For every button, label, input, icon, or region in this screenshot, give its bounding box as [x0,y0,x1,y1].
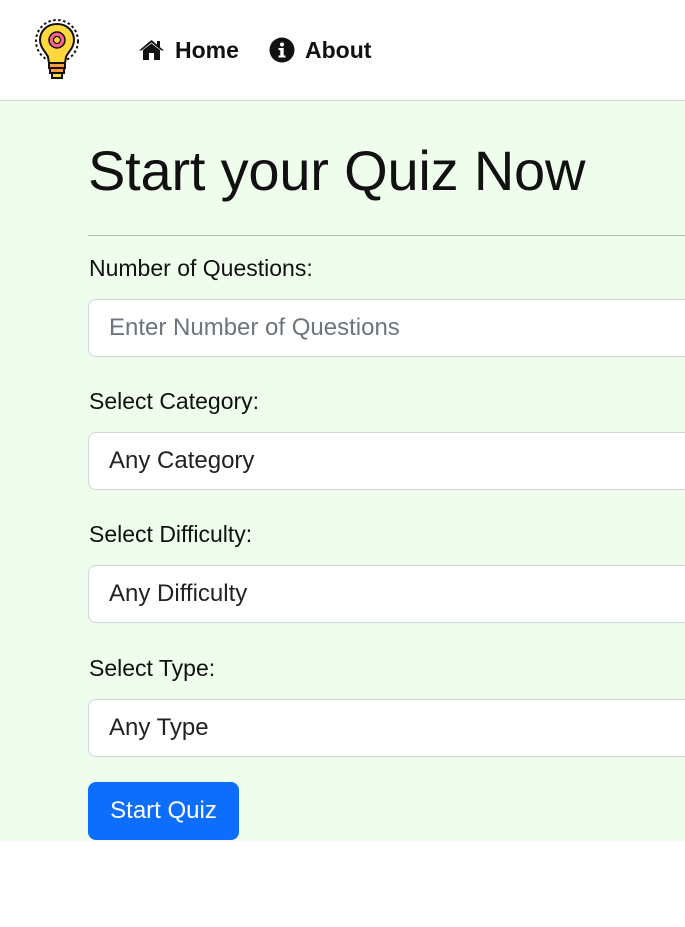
page-title: Start your Quiz Now [88,139,586,202]
quiz-setup-section: Start your Quiz Now Number of Questions:… [0,101,685,841]
divider [88,235,685,236]
start-quiz-button[interactable]: Start Quiz [88,782,239,840]
type-selected-value: Any Type [109,714,209,741]
nav-home-label: Home [175,36,239,63]
nav-about-link[interactable]: About [269,34,371,66]
type-select[interactable]: Any Type [88,699,685,757]
questions-label: Number of Questions: [89,255,313,281]
difficulty-label: Select Difficulty: [89,521,253,547]
info-circle-icon [269,37,295,63]
navbar: Home About [0,0,685,101]
type-label: Select Type: [89,655,216,681]
category-selected-value: Any Category [109,447,255,474]
number-of-questions-input[interactable] [88,299,685,357]
category-label: Select Category: [89,388,260,414]
home-icon [138,39,165,61]
nav-about-label: About [305,36,372,63]
difficulty-selected-value: Any Difficulty [109,580,248,607]
difficulty-select[interactable]: Any Difficulty [88,565,685,623]
category-select[interactable]: Any Category [88,432,685,490]
lightbulb-logo-icon[interactable] [33,17,81,81]
nav-home-link[interactable]: Home [138,34,239,66]
